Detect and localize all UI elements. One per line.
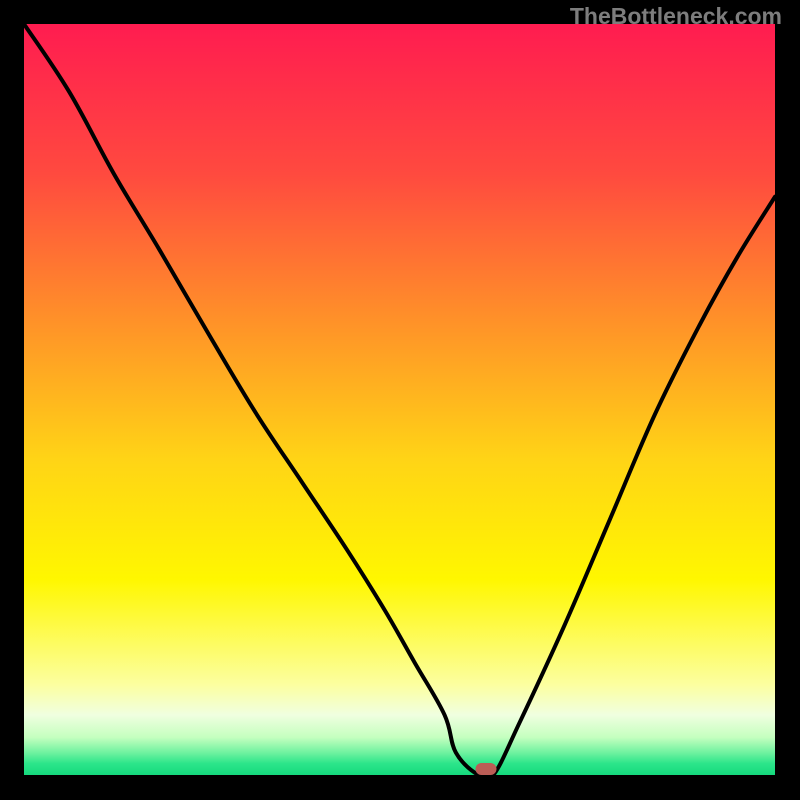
chart-stage: TheBottleneck.com [0,0,800,800]
optimal-marker [475,763,496,775]
bottleneck-curve [24,24,775,775]
watermark-text: TheBottleneck.com [570,3,782,30]
plot-area [24,24,775,775]
